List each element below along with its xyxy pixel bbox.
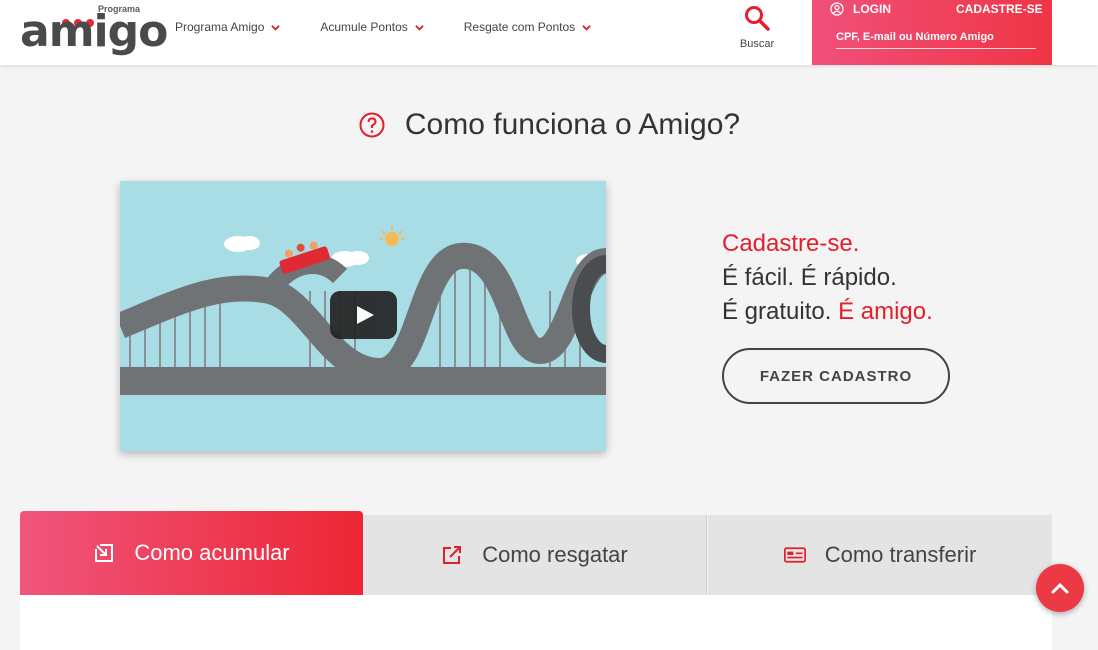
play-button[interactable]	[330, 291, 397, 339]
signup-promo: Cadastre-se. É fácil. É rápido. É gratui…	[722, 227, 933, 329]
promo-line-3b: É amigo.	[838, 298, 933, 325]
chevron-down-icon	[582, 24, 591, 31]
tab-label: Como acumular	[134, 540, 290, 565]
search-icon	[745, 6, 770, 31]
question-icon	[359, 112, 385, 138]
promo-line-3a: É gratuito.	[722, 298, 832, 325]
tab-label: Como resgatar	[482, 542, 628, 567]
login-panel: LOGIN CADASTRE-SE	[812, 0, 1052, 65]
promo-line-3: É gratuito. É amigo.	[722, 295, 933, 329]
signup-button[interactable]: FAZER CADASTRO	[722, 348, 950, 404]
nav-item-label: Programa Amigo	[175, 20, 265, 34]
nav-item-label: Resgate com Pontos	[463, 20, 576, 34]
promo-line-1: Cadastre-se.	[722, 230, 860, 257]
site-header: Programa amigo Programa Amigo Acumule Po…	[0, 0, 1098, 65]
signup-link[interactable]: CADASTRE-SE	[956, 2, 1043, 16]
chevron-down-icon	[415, 24, 424, 31]
how-it-works-tabs: Como acumular Como resgatar Como transfe…	[20, 511, 1052, 595]
login-label: LOGIN	[853, 2, 891, 16]
page-title: Como funciona o Amigo?	[404, 108, 741, 141]
tab-como-transferir[interactable]: Como transferir	[708, 515, 1052, 595]
scroll-to-top-button[interactable]	[1036, 564, 1084, 612]
section-title: Como funciona o Amigo?	[0, 108, 1098, 142]
promo-line-2: É fácil. É rápido.	[722, 264, 897, 291]
search-label: Buscar	[739, 38, 775, 50]
chevron-down-icon	[271, 24, 281, 31]
video-player[interactable]	[120, 181, 606, 451]
arrow-in-box-icon	[95, 544, 114, 562]
tab-como-acumular[interactable]: Como acumular	[20, 511, 363, 595]
login-input[interactable]	[836, 25, 1036, 49]
tab-label: Como transferir	[824, 542, 977, 567]
main-nav: Programa Amigo Acumule Pontos Resgate co…	[175, 20, 631, 34]
nav-item-resgate-pontos[interactable]: Resgate com Pontos	[464, 20, 591, 34]
user-icon	[830, 2, 844, 16]
search-button[interactable]: Buscar	[735, 4, 779, 50]
tab-como-resgatar[interactable]: Como resgatar	[363, 515, 707, 595]
logo-main-text: amigo	[20, 6, 168, 57]
nav-item-acumule-pontos[interactable]: Acumule Pontos	[320, 20, 424, 34]
tab-content-panel	[20, 595, 1052, 650]
logo[interactable]: Programa amigo	[20, 4, 168, 56]
chevron-up-icon	[1051, 582, 1069, 594]
card-transfer-icon	[783, 547, 806, 563]
login-link[interactable]: LOGIN	[830, 2, 891, 16]
nav-item-label: Acumule Pontos	[320, 20, 408, 34]
external-link-icon	[443, 546, 462, 564]
nav-item-programa-amigo[interactable]: Programa Amigo	[175, 20, 281, 34]
